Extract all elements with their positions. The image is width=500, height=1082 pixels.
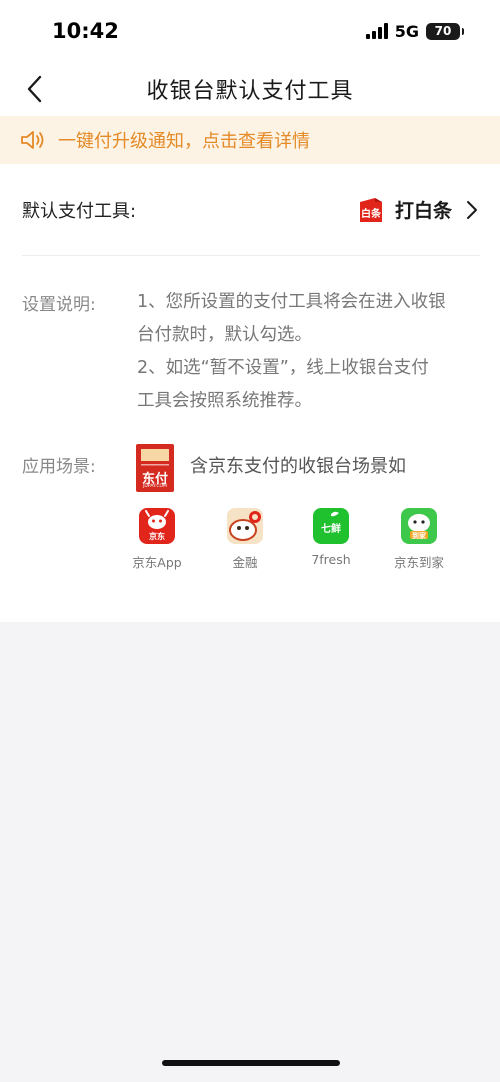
jd-app-badge: 京东	[149, 532, 165, 541]
scene-apps-row: 京东 京东App 金融 七鲜 7fresh 到家 京东到家	[124, 508, 464, 578]
jd-daojia-badge: 到家	[412, 532, 426, 540]
7fresh-badge: 七鲜	[321, 524, 341, 535]
screen: 10:42 5G 70 收银台默认支付工具 一键付升级通知，点击查看详情 默认支…	[0, 0, 500, 1082]
network-label: 5G	[394, 21, 419, 41]
app-item-daojia[interactable]: 到家 京东到家	[379, 508, 459, 571]
status-indicators: 5G 70	[365, 21, 464, 41]
jd-daojia-icon: 到家	[401, 508, 437, 544]
battery-level: 70	[434, 24, 452, 38]
app-item-7fresh[interactable]: 七鲜 7fresh	[291, 508, 371, 567]
notice-bar[interactable]: 一键付升级通知，点击查看详情	[0, 116, 500, 164]
app-item-finance[interactable]: 金融	[205, 508, 285, 571]
description-line: 台付款时，默认勾选。	[137, 325, 312, 345]
content-card: 默认支付工具: 白条 打白条 设置说明: 1、您所设置的支付工具将会在进入收银 …	[0, 164, 500, 622]
scene-text: 含京东支付的收银台场景如	[190, 456, 406, 477]
status-bar: 10:42 5G 70	[0, 0, 500, 62]
default-pay-value: 白条 打白条	[357, 196, 480, 224]
back-button[interactable]	[18, 72, 52, 106]
speaker-icon	[20, 129, 46, 151]
default-pay-row[interactable]: 默认支付工具: 白条 打白条	[22, 164, 480, 256]
jd-finance-icon	[227, 508, 263, 544]
chevron-right-icon	[466, 200, 480, 220]
battery-icon: 70	[426, 22, 464, 40]
baitiao-icon-text: 白条	[360, 208, 381, 220]
default-pay-tool-name: 打白条	[394, 200, 452, 222]
description-line: 工具会按照系统推荐。	[137, 391, 312, 411]
app-name: 京东到家	[393, 555, 444, 570]
scene-label: 应用场景:	[22, 457, 96, 477]
app-name: 7fresh	[311, 552, 351, 567]
status-time: 10:42	[52, 19, 119, 43]
default-pay-label: 默认支付工具:	[22, 200, 137, 222]
home-indicator[interactable]	[162, 1060, 340, 1066]
baitiao-icon: 白条	[357, 196, 385, 224]
description-label: 设置说明:	[22, 295, 96, 315]
nav-bar: 收银台默认支付工具	[0, 62, 500, 116]
app-item-jd[interactable]: 京东 京东App	[117, 508, 197, 571]
notice-text: 一键付升级通知，点击查看详情	[58, 131, 310, 152]
app-name: 京东App	[132, 555, 182, 570]
jdpay-logo-icon: 东付 JDPAY.COM	[136, 444, 174, 492]
description-line: 2、如选“暂不设置”，线上收银台支付	[137, 358, 429, 378]
page-title: 收银台默认支付工具	[146, 79, 354, 104]
chevron-left-icon	[27, 75, 42, 103]
jdpay-logo-subtext: JDPAY.COM	[143, 484, 167, 489]
description-line: 1、您所设置的支付工具将会在进入收银	[137, 292, 446, 312]
jd-app-icon: 京东	[139, 508, 175, 544]
7fresh-icon: 七鲜	[313, 508, 349, 544]
description-lines: 1、您所设置的支付工具将会在进入收银 台付款时，默认勾选。 2、如选“暂不设置”…	[137, 286, 482, 418]
app-name: 金融	[232, 555, 258, 570]
signal-icon	[365, 23, 388, 39]
